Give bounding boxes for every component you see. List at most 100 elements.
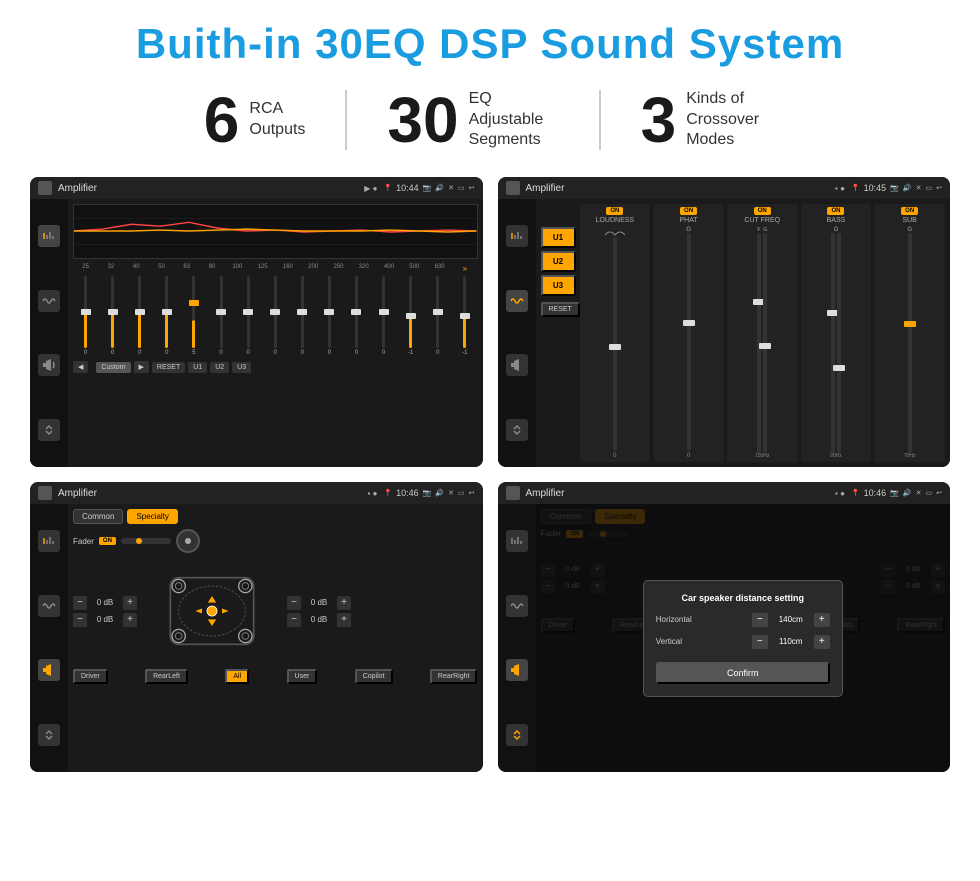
stat-eq-number: 30: [387, 88, 458, 152]
vol-left-top-plus[interactable]: +: [123, 596, 137, 610]
eq-slider-4[interactable]: 5: [181, 276, 206, 356]
eq-slider-9[interactable]: 0: [317, 276, 342, 356]
vol-left-top-minus[interactable]: −: [73, 596, 87, 610]
eq-slider-3[interactable]: 0: [154, 276, 179, 356]
crossover-eq-icon[interactable]: [506, 225, 528, 247]
tab-specialty[interactable]: Specialty: [127, 509, 177, 524]
eq-slider-1[interactable]: 0: [100, 276, 125, 356]
phat-slider[interactable]: [687, 233, 691, 451]
eq-slider-13[interactable]: 0: [425, 276, 450, 356]
arrows-icon[interactable]: [38, 419, 60, 441]
eq-u2-btn[interactable]: U2: [210, 362, 229, 373]
col-loudness: ON LOUDNESS 0: [580, 204, 651, 462]
bass-slider-2[interactable]: [837, 233, 841, 453]
eq-next-arrow[interactable]: ▶: [134, 361, 149, 373]
vol-left-bot-value: 0 dB: [91, 615, 119, 624]
btn-rearright[interactable]: RearRight: [430, 669, 478, 684]
eq-prev-arrow[interactable]: ◀: [73, 361, 88, 373]
side-panel-1: [30, 199, 68, 467]
bass-label: BASS: [827, 217, 846, 224]
bass-on-badge[interactable]: ON: [827, 207, 844, 215]
dialog-vertical-plus[interactable]: +: [814, 635, 830, 649]
vol-right-bot-value: 0 dB: [305, 615, 333, 624]
screen-crossover: Amplifier ▪ ● 📍 10:45 📷 🔊 ✕ ▭ ↩: [498, 177, 951, 467]
stat-eq: 30 EQ Adjustable Segments: [347, 88, 598, 152]
s4-eq-icon[interactable]: [506, 530, 528, 552]
cutfreq-slider-2[interactable]: [763, 233, 767, 453]
home-icon-3[interactable]: [38, 486, 52, 500]
s4-wave-icon[interactable]: [506, 595, 528, 617]
u2-button[interactable]: U2: [541, 251, 576, 272]
fader-knob[interactable]: [176, 529, 200, 553]
btn-user[interactable]: User: [287, 669, 318, 684]
fader-row: Fader ON: [73, 529, 478, 553]
vol-left-bot-plus[interactable]: +: [123, 613, 137, 627]
crossover-arrows-icon[interactable]: [506, 419, 528, 441]
s3-eq-icon[interactable]: [38, 530, 60, 552]
s3-speaker-icon[interactable]: [38, 659, 60, 681]
btn-driver[interactable]: Driver: [73, 669, 108, 684]
dialog-horizontal-label: Horizontal: [656, 615, 706, 624]
dialog-title: Car speaker distance setting: [656, 593, 830, 603]
eq-slider-0[interactable]: 0: [73, 276, 98, 356]
eq-slider-11[interactable]: 0: [371, 276, 396, 356]
crossover-wave-icon[interactable]: [506, 290, 528, 312]
loudness-slider-1[interactable]: [613, 237, 617, 451]
vol-left-bot-minus[interactable]: −: [73, 613, 87, 627]
s4-arrows-icon[interactable]: [506, 724, 528, 746]
dialog-confirm-button[interactable]: Confirm: [656, 662, 830, 684]
sub-on-badge[interactable]: ON: [901, 207, 918, 215]
tab-common[interactable]: Common: [73, 509, 123, 524]
btn-all[interactable]: All: [225, 669, 249, 684]
eq-prev-btn[interactable]: ◀: [73, 361, 88, 373]
stat-rca-label: RCA Outputs: [249, 99, 305, 141]
eq-slider-5[interactable]: 0: [208, 276, 233, 356]
eq-u3-btn[interactable]: U3: [232, 362, 251, 373]
fader-on-badge[interactable]: ON: [99, 537, 116, 545]
sub-slider[interactable]: [908, 233, 912, 453]
eq-slider-7[interactable]: 0: [263, 276, 288, 356]
btn-rearleft[interactable]: RearLeft: [145, 669, 188, 684]
crossover-reset-btn[interactable]: RESET: [541, 302, 580, 317]
stat-crossover-label: Kinds of Crossover Modes: [686, 89, 776, 151]
cutfreq-on-badge[interactable]: ON: [754, 207, 771, 215]
s3-wave-icon[interactable]: [38, 595, 60, 617]
home-icon-4[interactable]: [506, 486, 520, 500]
dialog-vertical-label: Vertical: [656, 637, 706, 646]
s4-speaker-icon[interactable]: [506, 659, 528, 681]
btn-copilot[interactable]: Copilot: [355, 669, 393, 684]
eq-preset-label[interactable]: Custom: [96, 362, 130, 373]
home-icon-2[interactable]: [506, 181, 520, 195]
status-bar-1: Amplifier ▶ ● 📍 10:44 📷 🔊 ✕ ▭ ↩: [30, 177, 483, 199]
eq-bottom-bar: ◀ Custom ▶ RESET U1 U2 U3: [73, 361, 478, 373]
speaker-icon[interactable]: [38, 354, 60, 376]
eq-slider-10[interactable]: 0: [344, 276, 369, 356]
eq-slider-8[interactable]: 0: [290, 276, 315, 356]
u3-button[interactable]: U3: [541, 275, 576, 296]
home-icon-1[interactable]: [38, 181, 52, 195]
vol-right-top-minus[interactable]: −: [287, 596, 301, 610]
eq-icon[interactable]: [38, 225, 60, 247]
fader-slider[interactable]: [121, 538, 171, 544]
wave-icon[interactable]: [38, 290, 60, 312]
bass-slider-1[interactable]: [831, 233, 835, 453]
dialog-vertical-minus[interactable]: −: [752, 635, 768, 649]
dialog-horizontal-minus[interactable]: −: [752, 613, 768, 627]
col-sub: ON SUB G 70Hz: [874, 204, 945, 462]
status-bar-2: Amplifier ▪ ● 📍 10:45 📷 🔊 ✕ ▭ ↩: [498, 177, 951, 199]
eq-slider-6[interactable]: 0: [236, 276, 261, 356]
vol-right-bot-plus[interactable]: +: [337, 613, 351, 627]
vol-right-bot-minus[interactable]: −: [287, 613, 301, 627]
dialog-horizontal-plus[interactable]: +: [814, 613, 830, 627]
eq-reset-btn[interactable]: RESET: [152, 362, 185, 373]
phat-on-badge[interactable]: ON: [680, 207, 697, 215]
loudness-on-badge[interactable]: ON: [606, 207, 623, 215]
eq-u1-btn[interactable]: U1: [188, 362, 207, 373]
eq-slider-14[interactable]: -1: [452, 276, 477, 356]
eq-slider-12[interactable]: -1: [398, 276, 423, 356]
eq-slider-2[interactable]: 0: [127, 276, 152, 356]
crossover-speaker-icon[interactable]: [506, 354, 528, 376]
vol-right-top-plus[interactable]: +: [337, 596, 351, 610]
s3-arrows-icon[interactable]: [38, 724, 60, 746]
u1-button[interactable]: U1: [541, 227, 576, 248]
